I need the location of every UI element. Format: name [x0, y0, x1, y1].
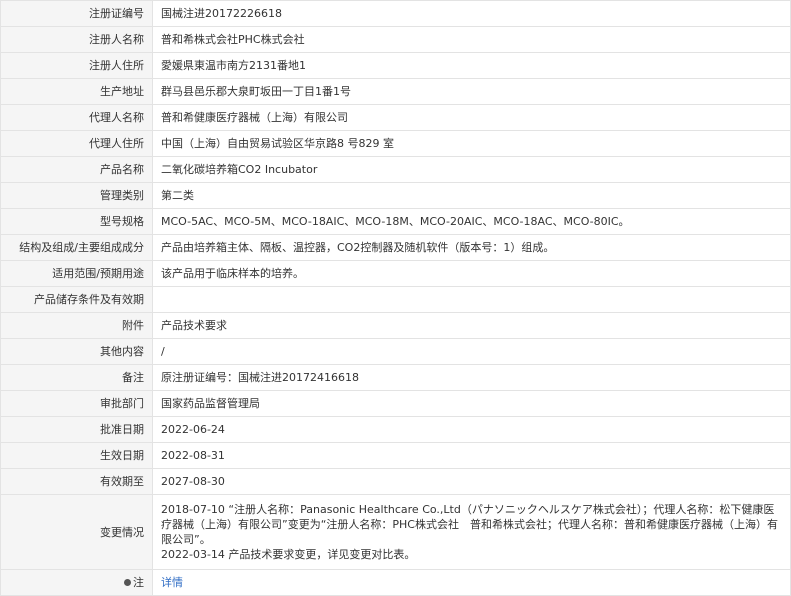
- row-label: 有效期至: [0, 468, 153, 495]
- row-value: /: [152, 338, 791, 365]
- row-label: 注册人住所: [0, 52, 153, 79]
- row-label: 注册证编号: [0, 0, 153, 27]
- table-row: 产品名称 二氧化碳培养箱CO2 Incubator: [0, 156, 791, 183]
- table-row: 管理类别 第二类: [0, 182, 791, 209]
- row-label: 结构及组成/主要组成成分: [0, 234, 153, 261]
- table-row: 代理人住所 中国（上海）自由贸易试验区华京路8 号829 室: [0, 130, 791, 157]
- row-label: 审批部门: [0, 390, 153, 417]
- row-value: 产品技术要求: [152, 312, 791, 339]
- table-row: 注册证编号 国械注进20172226618: [0, 0, 791, 27]
- row-value: MCO-5AC、MCO-5M、MCO-18AIC、MCO-18M、MCO-20A…: [152, 208, 791, 235]
- registration-detail-table: 注册证编号 国械注进20172226618 注册人名称 普和希株式会社PHC株式会社…: [0, 0, 791, 596]
- location-pin-icon: [124, 578, 131, 586]
- row-value: 国械注进20172226618: [152, 0, 791, 27]
- detail-rows: 注册证编号 国械注进20172226618 注册人名称 普和希株式会社PHC株式会社…: [0, 0, 791, 596]
- row-label: 注册人名称: [0, 26, 153, 53]
- table-row: 注册人住所 愛媛県東温市南方2131番地1: [0, 52, 791, 79]
- row-value: 普和希健康医疗器械（上海）有限公司: [152, 104, 791, 131]
- note-label: 注: [133, 576, 144, 589]
- row-value: 该产品用于临床样本的培养。: [152, 260, 791, 287]
- row-value: 群马县邑乐郡大泉町坂田一丁目1番1号: [152, 78, 791, 105]
- row-label: 其他内容: [0, 338, 153, 365]
- row-label: 产品储存条件及有效期: [0, 286, 153, 313]
- table-row: 型号规格 MCO-5AC、MCO-5M、MCO-18AIC、MCO-18M、MCO…: [0, 208, 791, 235]
- table-row: 批准日期 2022-06-24: [0, 416, 791, 443]
- row-label: 生产地址: [0, 78, 153, 105]
- note-row: 注 详情: [0, 569, 791, 596]
- row-value: 国家药品监督管理局: [152, 390, 791, 417]
- table-row: 适用范围/预期用途 该产品用于临床样本的培养。: [0, 260, 791, 287]
- table-row: 注册人名称 普和希株式会社PHC株式会社: [0, 26, 791, 53]
- table-row: 其他内容 /: [0, 338, 791, 365]
- row-value: 第二类: [152, 182, 791, 209]
- row-label: 备注: [0, 364, 153, 391]
- table-row: 代理人名称 普和希健康医疗器械（上海）有限公司: [0, 104, 791, 131]
- change-entry-1: 2018-07-10 “注册人名称：Panasonic Healthcare C…: [161, 503, 778, 546]
- row-label: 产品名称: [0, 156, 153, 183]
- note-label-cell: 注: [0, 569, 153, 596]
- row-label: 生效日期: [0, 442, 153, 469]
- details-link[interactable]: 详情: [161, 576, 183, 589]
- table-row: 产品储存条件及有效期: [0, 286, 791, 313]
- row-value: [152, 286, 791, 313]
- table-row: 备注 原注册证编号：国械注进20172416618: [0, 364, 791, 391]
- row-value: 2022-06-24: [152, 416, 791, 443]
- note-value: 详情: [152, 569, 791, 596]
- row-value: 产品由培养箱主体、隔板、温控器，CO2控制器及随机软件（版本号：1）组成。: [152, 234, 791, 261]
- row-label: 批准日期: [0, 416, 153, 443]
- row-label: 附件: [0, 312, 153, 339]
- table-row: 审批部门 国家药品监督管理局: [0, 390, 791, 417]
- row-value: 中国（上海）自由贸易试验区华京路8 号829 室: [152, 130, 791, 157]
- row-value: 2027-08-30: [152, 468, 791, 495]
- row-value: 原注册证编号：国械注进20172416618: [152, 364, 791, 391]
- row-value: 愛媛県東温市南方2131番地1: [152, 52, 791, 79]
- row-value: 二氧化碳培养箱CO2 Incubator: [152, 156, 791, 183]
- table-row: 生产地址 群马县邑乐郡大泉町坂田一丁目1番1号: [0, 78, 791, 105]
- change-history-label: 变更情况: [0, 494, 153, 570]
- row-value: 普和希株式会社PHC株式会社: [152, 26, 791, 53]
- row-value: 2022-08-31: [152, 442, 791, 469]
- change-entry-2: 2022-03-14 产品技术要求变更，详见变更对比表。: [161, 548, 416, 561]
- row-label: 管理类别: [0, 182, 153, 209]
- change-history-row: 变更情况 2018-07-10 “注册人名称：Panasonic Healthc…: [0, 494, 791, 570]
- table-row: 有效期至 2027-08-30: [0, 468, 791, 495]
- row-label: 代理人名称: [0, 104, 153, 131]
- change-history-value: 2018-07-10 “注册人名称：Panasonic Healthcare C…: [152, 494, 791, 570]
- table-row: 结构及组成/主要组成成分 产品由培养箱主体、隔板、温控器，CO2控制器及随机软件（…: [0, 234, 791, 261]
- row-label: 适用范围/预期用途: [0, 260, 153, 287]
- row-label: 型号规格: [0, 208, 153, 235]
- table-row: 生效日期 2022-08-31: [0, 442, 791, 469]
- table-row: 附件 产品技术要求: [0, 312, 791, 339]
- row-label: 代理人住所: [0, 130, 153, 157]
